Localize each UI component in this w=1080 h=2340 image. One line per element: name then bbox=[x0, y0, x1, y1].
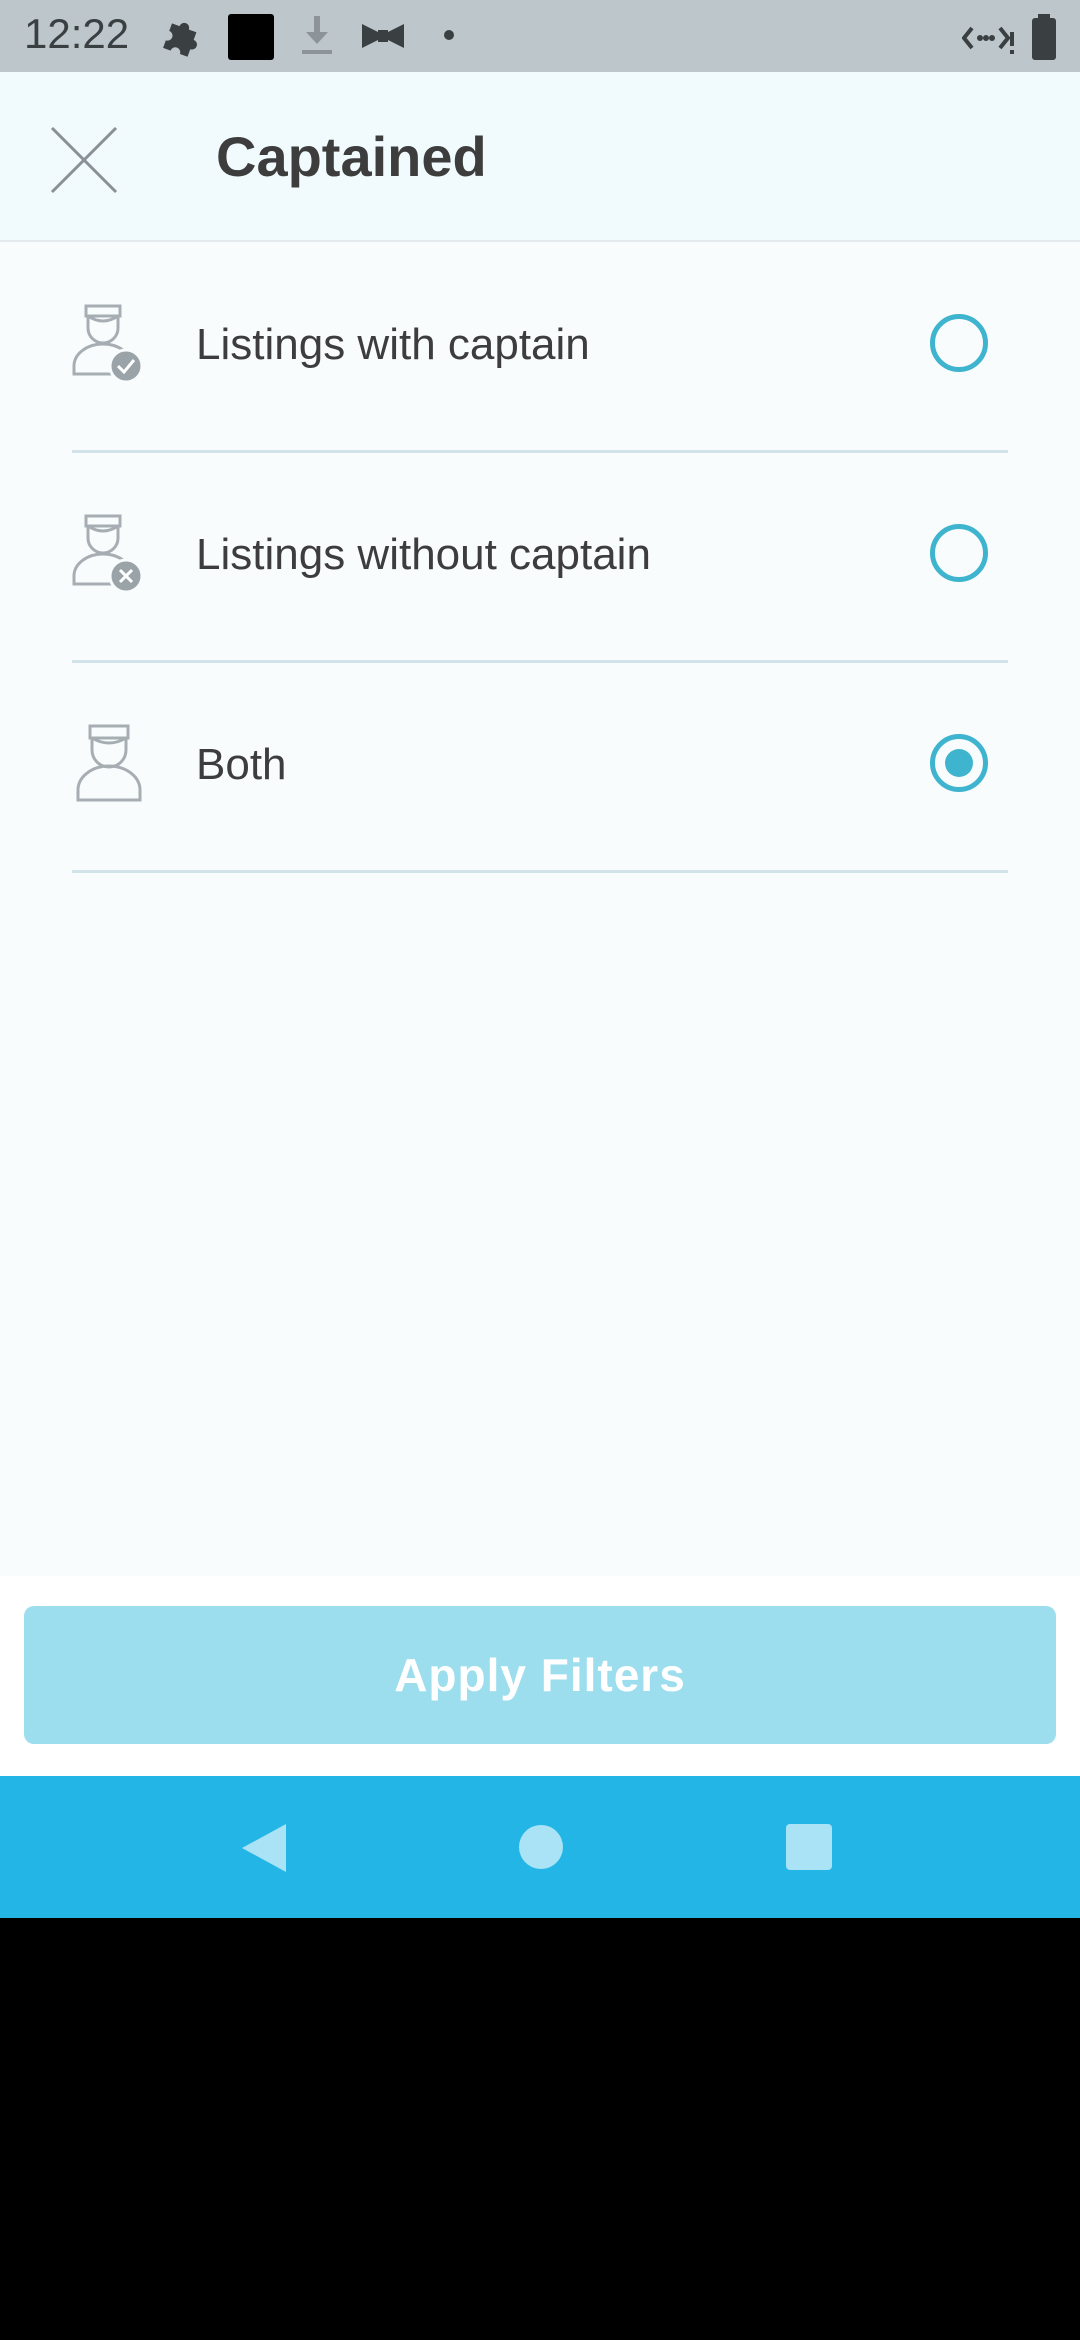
option-label: Listings without captain bbox=[196, 530, 651, 579]
apply-filters-button[interactable]: Apply Filters bbox=[24, 1606, 1056, 1744]
battery-icon bbox=[1030, 14, 1058, 65]
bowtie-icon bbox=[360, 22, 406, 55]
captain-x-icon bbox=[72, 514, 148, 600]
option-label: Listings with captain bbox=[196, 320, 590, 369]
screen: 12:22 Captained Listings with captain Li… bbox=[0, 0, 1080, 2340]
recents-icon[interactable] bbox=[786, 1824, 832, 1875]
page-title: Captained bbox=[216, 125, 487, 188]
option-both[interactable]: Both bbox=[72, 662, 1008, 873]
captain-check-icon bbox=[72, 304, 148, 390]
option-listings-with-captain[interactable]: Listings with captain bbox=[72, 242, 1008, 453]
radio-selected-dot bbox=[945, 749, 973, 777]
back-icon[interactable] bbox=[240, 1822, 288, 1879]
dot-icon bbox=[442, 28, 456, 47]
signal-icon bbox=[961, 18, 1016, 63]
puzzle-icon bbox=[160, 14, 206, 65]
black-square-icon bbox=[228, 14, 274, 65]
status-bar: 12:22 bbox=[0, 0, 1080, 72]
close-icon[interactable] bbox=[46, 122, 122, 198]
header: Captained bbox=[0, 72, 1080, 242]
download-icon bbox=[300, 14, 334, 63]
options-list: Listings with captain Listings without c… bbox=[0, 242, 1080, 1776]
radio-button[interactable] bbox=[930, 314, 988, 372]
option-label: Both bbox=[196, 740, 287, 789]
apply-area: Apply Filters bbox=[0, 1576, 1080, 1776]
home-icon[interactable] bbox=[518, 1824, 564, 1875]
captain-icon bbox=[72, 724, 148, 810]
empty-area bbox=[0, 1918, 1080, 2340]
option-listings-without-captain[interactable]: Listings without captain bbox=[72, 452, 1008, 663]
close-button[interactable] bbox=[46, 122, 122, 198]
radio-button[interactable] bbox=[930, 524, 988, 582]
radio-button-selected[interactable] bbox=[930, 734, 988, 792]
status-time: 12:22 bbox=[24, 10, 130, 57]
navigation-bar bbox=[0, 1776, 1080, 1918]
